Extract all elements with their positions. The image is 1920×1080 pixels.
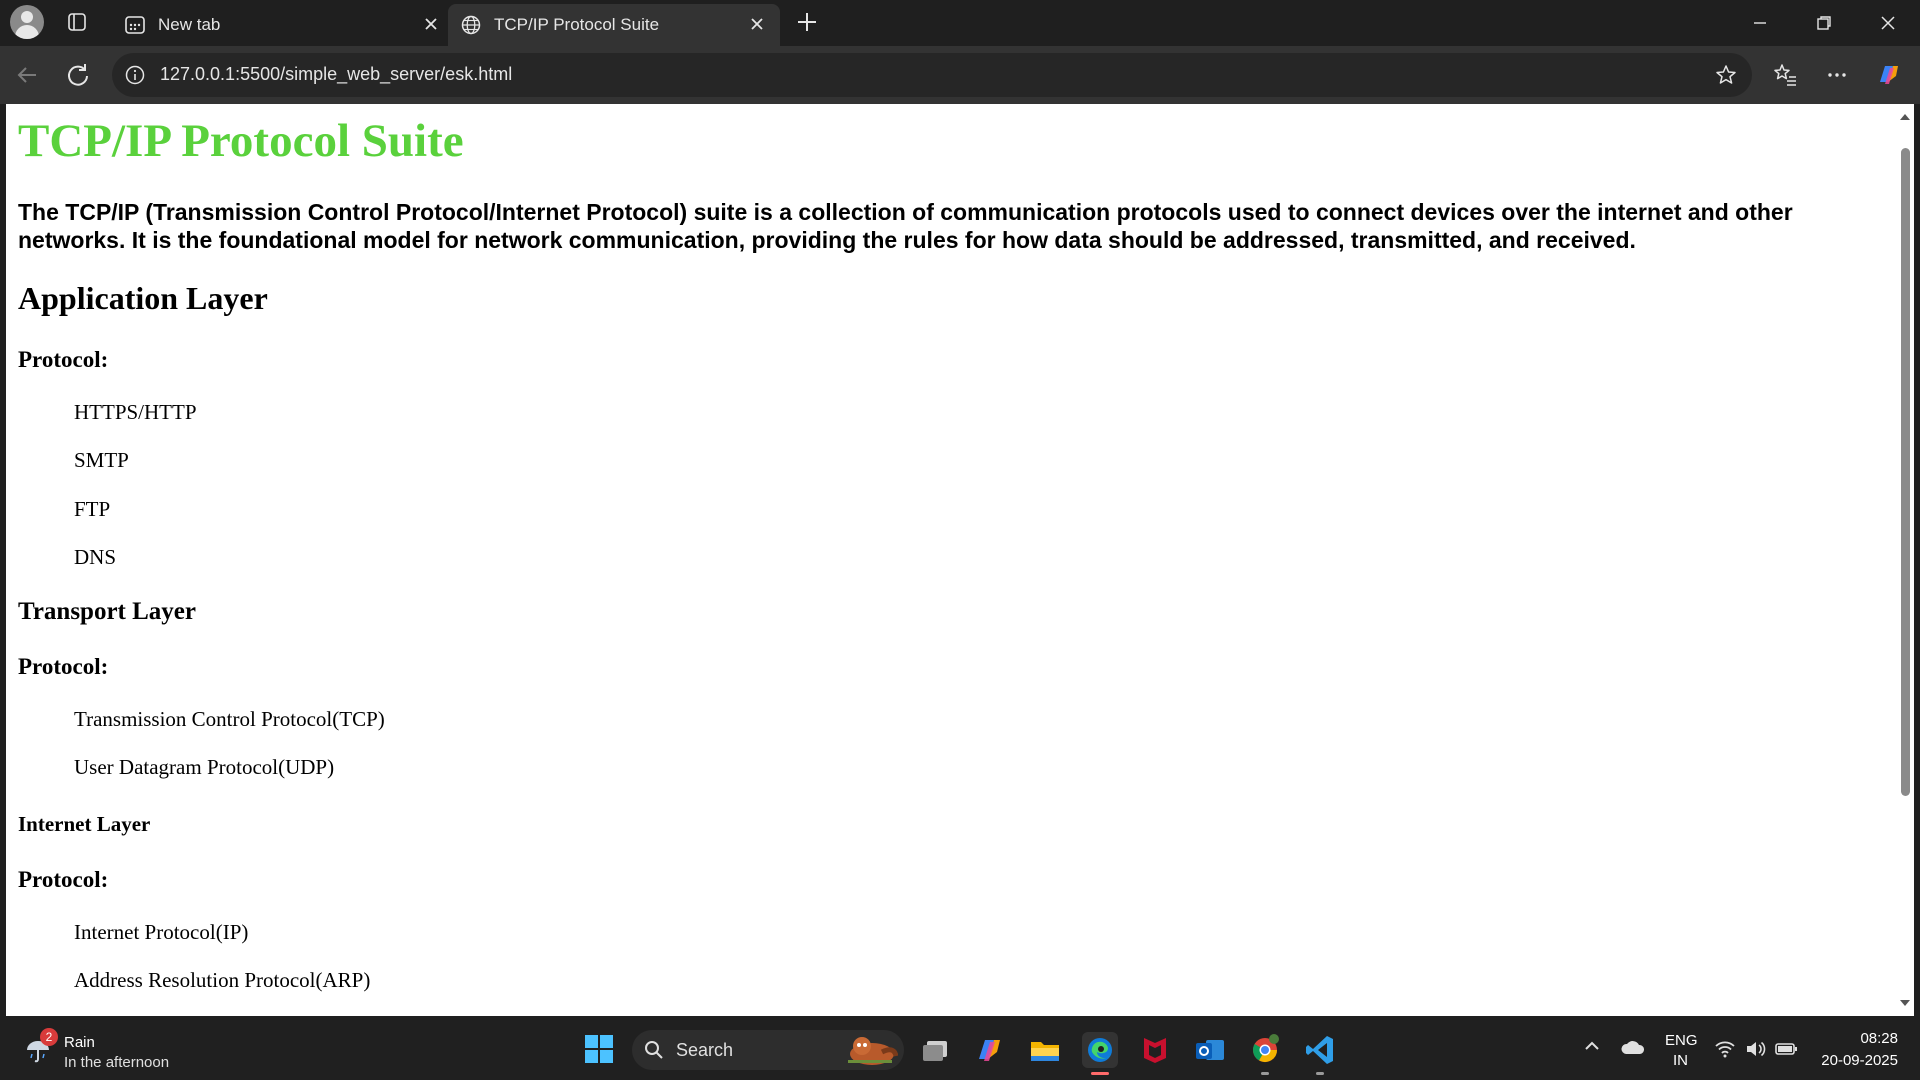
region-code: IN bbox=[1673, 1052, 1688, 1069]
profile-avatar-icon[interactable] bbox=[10, 5, 44, 39]
navigation-bar: 127.0.0.1:5500/simple_web_server/esk.htm… bbox=[0, 46, 1920, 104]
red-panda-highlight-icon bbox=[848, 1037, 898, 1065]
page-viewport: TCP/IP Protocol Suite The TCP/IP (Transm… bbox=[6, 104, 1896, 1016]
vscode-icon[interactable] bbox=[1302, 1032, 1338, 1068]
vertical-scrollbar[interactable] bbox=[1896, 104, 1914, 1016]
internet-layer-heading: Internet Layer bbox=[18, 812, 151, 836]
scroll-up-arrow-icon[interactable] bbox=[1900, 112, 1910, 122]
onedrive-cloud-icon[interactable] bbox=[1620, 1038, 1646, 1058]
file-explorer-icon[interactable] bbox=[1027, 1032, 1063, 1068]
protocol-item: Address Resolution Protocol(ARP) bbox=[74, 968, 371, 992]
favorites-icon[interactable] bbox=[1770, 60, 1800, 90]
wifi-icon[interactable] bbox=[1714, 1038, 1736, 1060]
scrollbar-thumb[interactable] bbox=[1901, 148, 1910, 796]
transport-layer-heading: Transport Layer bbox=[18, 598, 196, 625]
close-tab-icon[interactable] bbox=[746, 13, 768, 35]
search-icon bbox=[645, 1041, 663, 1059]
protocol-item: DNS bbox=[74, 545, 117, 569]
title-bar: New tab TCP/IP Protocol Suite bbox=[0, 0, 1920, 46]
clock-time: 08:28 bbox=[1860, 1030, 1898, 1047]
vscode-running-indicator bbox=[1316, 1072, 1324, 1075]
close-tab-icon[interactable] bbox=[420, 13, 442, 35]
protocol-item: User Datagram Protocol(UDP) bbox=[74, 755, 335, 779]
restore-icon[interactable] bbox=[1811, 10, 1837, 36]
battery-icon[interactable] bbox=[1774, 1038, 1798, 1060]
application-protocol-label: Protocol: bbox=[18, 347, 109, 372]
copilot-icon[interactable] bbox=[1874, 60, 1904, 90]
back-arrow-icon[interactable] bbox=[12, 60, 42, 90]
protocol-item: Transmission Control Protocol(TCP) bbox=[74, 707, 385, 731]
newtab-page-icon bbox=[125, 16, 145, 34]
weather-widget[interactable]: 2 Rain In the afternoon bbox=[24, 1028, 184, 1072]
chrome-running-indicator bbox=[1261, 1072, 1269, 1075]
search-placeholder: Search bbox=[676, 1040, 734, 1060]
task-view-icon[interactable] bbox=[918, 1032, 954, 1068]
tab-actions-icon[interactable] bbox=[66, 11, 88, 33]
close-window-icon[interactable] bbox=[1875, 10, 1901, 36]
tab-label: New tab bbox=[158, 15, 221, 34]
edge-browser-icon[interactable] bbox=[1082, 1032, 1118, 1068]
scroll-down-arrow-icon[interactable] bbox=[1900, 998, 1910, 1008]
weather-condition: Rain bbox=[64, 1034, 95, 1051]
site-info-icon[interactable] bbox=[124, 64, 146, 86]
internet-protocol-label: Protocol: bbox=[18, 867, 109, 892]
protocol-item: FTP bbox=[74, 497, 111, 521]
weather-alert-badge: 2 bbox=[40, 1028, 58, 1046]
protocol-item: Internet Protocol(IP) bbox=[74, 920, 249, 944]
more-options-icon[interactable] bbox=[1822, 60, 1852, 90]
favorite-star-icon[interactable] bbox=[1714, 63, 1738, 87]
chrome-icon[interactable] bbox=[1247, 1032, 1283, 1068]
refresh-icon[interactable] bbox=[63, 60, 93, 90]
tab-new-tab[interactable]: New tab bbox=[112, 4, 442, 46]
windows-start-icon[interactable] bbox=[584, 1034, 614, 1064]
taskbar: 2 Rain In the afternoon Search ENG IN 08… bbox=[0, 1020, 1920, 1080]
chevron-up-icon[interactable] bbox=[1582, 1036, 1602, 1056]
transport-protocol-label: Protocol: bbox=[18, 654, 109, 679]
intro-paragraph: The TCP/IP (Transmission Control Protoco… bbox=[18, 199, 1793, 253]
protocol-item: HTTPS/HTTP bbox=[74, 400, 197, 424]
url-text[interactable]: 127.0.0.1:5500/simple_web_server/esk.htm… bbox=[160, 64, 512, 85]
application-layer-heading: Application Layer bbox=[18, 280, 268, 316]
protocol-item: SMTP bbox=[74, 448, 129, 472]
clock[interactable]: 08:28 20-09-2025 bbox=[1800, 1020, 1898, 1080]
weather-detail: In the afternoon bbox=[64, 1054, 170, 1071]
page-title: TCP/IP Protocol Suite bbox=[18, 115, 464, 167]
tab-label: TCP/IP Protocol Suite bbox=[494, 15, 660, 34]
clock-date: 20-09-2025 bbox=[1821, 1052, 1898, 1069]
mcafee-icon[interactable] bbox=[1137, 1032, 1173, 1068]
new-tab-plus-icon[interactable] bbox=[794, 9, 820, 35]
language-code: ENG bbox=[1665, 1032, 1698, 1049]
copilot-app-icon[interactable] bbox=[972, 1032, 1008, 1068]
address-bar[interactable]: 127.0.0.1:5500/simple_web_server/esk.htm… bbox=[112, 53, 1752, 97]
taskbar-search-box[interactable]: Search bbox=[632, 1030, 904, 1070]
minimize-icon[interactable] bbox=[1747, 10, 1773, 36]
globe-icon bbox=[461, 15, 481, 35]
outlook-icon[interactable] bbox=[1192, 1032, 1228, 1068]
edge-active-indicator bbox=[1091, 1072, 1109, 1075]
tab-tcpip-protocol-suite[interactable]: TCP/IP Protocol Suite bbox=[448, 4, 780, 46]
volume-icon[interactable] bbox=[1744, 1038, 1766, 1060]
